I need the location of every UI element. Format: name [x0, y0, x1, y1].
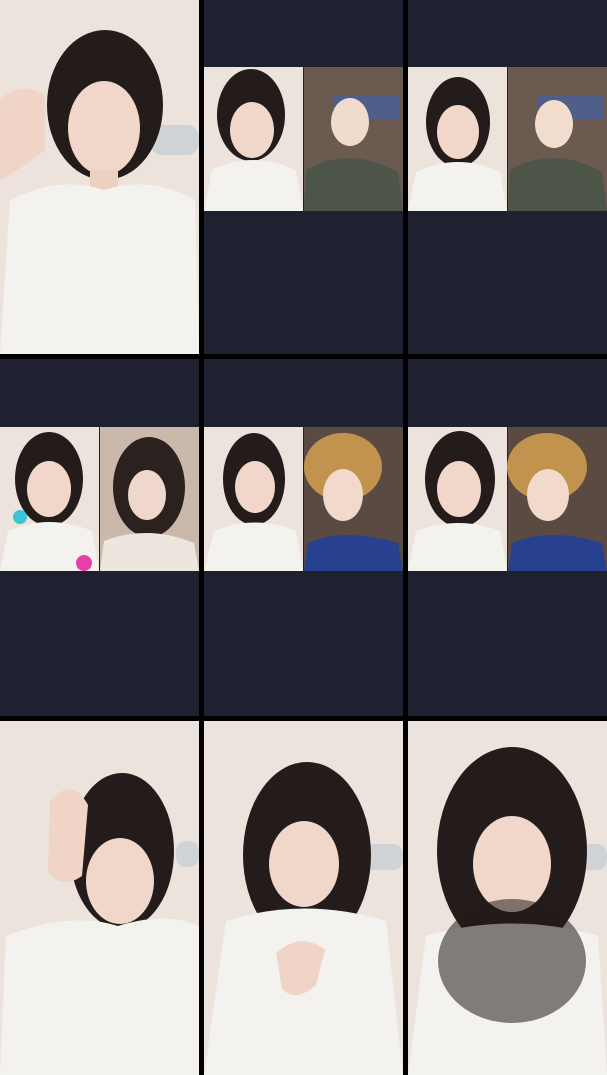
- call-left-feed: [408, 67, 507, 211]
- call-right-feed: [507, 427, 607, 571]
- call-right-feed: [100, 427, 199, 571]
- video-tile-2[interactable]: [204, 0, 403, 354]
- call-left-feed: [408, 427, 507, 571]
- call-right-feed: [304, 67, 403, 211]
- video-tile-4[interactable]: [0, 359, 199, 716]
- video-tile-5[interactable]: [204, 359, 403, 716]
- call-right-feed: [508, 67, 607, 211]
- call-left-feed: [0, 427, 99, 571]
- call-left-feed: [204, 427, 303, 571]
- call-right-feed: [304, 427, 403, 571]
- video-tile-3[interactable]: [408, 0, 607, 354]
- video-grid: [0, 0, 607, 1075]
- video-tile-7[interactable]: [0, 721, 199, 1075]
- video-tile-8[interactable]: [204, 721, 403, 1075]
- video-tile-6[interactable]: [408, 359, 607, 716]
- video-tile-1[interactable]: [0, 0, 199, 354]
- call-left-feed: [204, 67, 303, 211]
- video-tile-9[interactable]: [408, 721, 607, 1075]
